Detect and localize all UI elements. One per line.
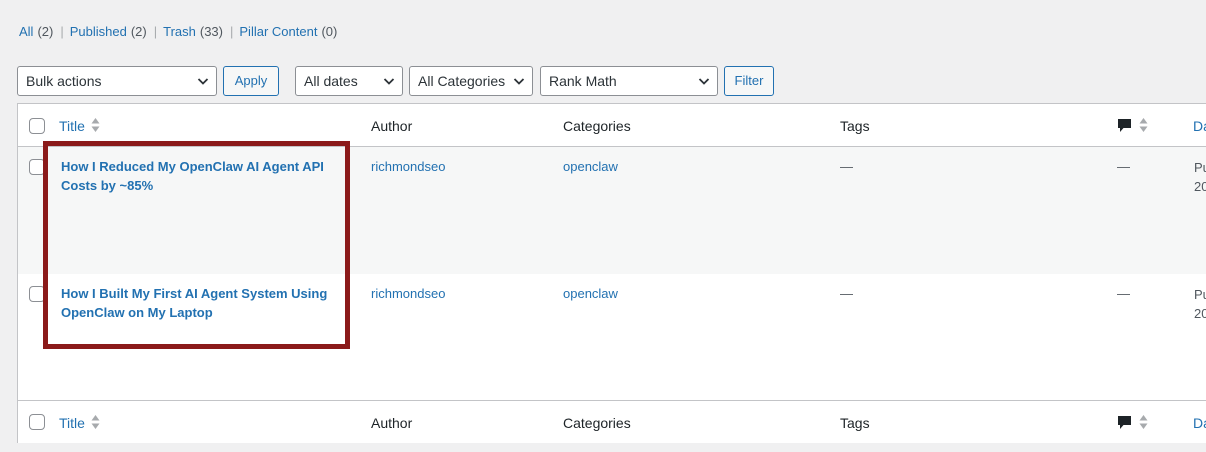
post-date-status: Pu xyxy=(1194,287,1206,302)
sort-arrows-icon[interactable] xyxy=(91,414,100,430)
select-all-checkbox-footer[interactable] xyxy=(29,414,45,430)
comment-bubble-icon xyxy=(1118,119,1131,132)
categories-filter-select[interactable]: All Categories xyxy=(409,66,533,96)
status-filter-links: All (2) | Published (2) | Trash (33) | P… xyxy=(19,23,337,41)
bulk-actions-select[interactable]: Bulk actions xyxy=(17,66,217,96)
comment-bubble-icon xyxy=(1118,416,1131,429)
filter-pillar-content[interactable]: Pillar Content (0) xyxy=(239,23,337,41)
filter-trash-count: (33) xyxy=(199,24,223,39)
seo-filter-label: Rank Math xyxy=(549,73,617,89)
post-comments: — xyxy=(1117,286,1130,301)
post-category-link[interactable]: openclaw xyxy=(563,285,618,302)
filter-all-count: (2) xyxy=(37,24,54,39)
filter-pillar-content-count: (0) xyxy=(321,24,338,39)
chevron-down-icon xyxy=(698,78,710,85)
bulk-actions-label: Bulk actions xyxy=(26,73,102,89)
filter-trash-link[interactable]: Trash xyxy=(163,23,196,41)
column-title-sort-link[interactable]: Title xyxy=(59,117,85,135)
filter-all[interactable]: All (2) xyxy=(19,23,53,41)
sort-arrows-icon[interactable] xyxy=(1139,414,1148,430)
filter-separator: | xyxy=(153,24,158,39)
footer-tags: Tags xyxy=(840,415,870,431)
filter-all-link[interactable]: All xyxy=(19,23,33,41)
select-all-checkbox[interactable] xyxy=(29,118,45,134)
sort-arrows-icon[interactable] xyxy=(91,117,100,133)
footer-author: Author xyxy=(371,415,413,431)
post-comments: — xyxy=(1117,159,1130,174)
post-tags: — xyxy=(840,286,853,301)
dates-filter-select[interactable]: All dates xyxy=(295,66,403,96)
column-author: Author xyxy=(371,118,413,134)
post-date-value: 20 xyxy=(1194,179,1206,194)
post-date: Pu 20 xyxy=(1194,158,1206,196)
post-date-status: Pu xyxy=(1194,160,1206,175)
filter-pillar-content-link[interactable]: Pillar Content xyxy=(239,23,317,41)
column-categories: Categories xyxy=(563,118,631,134)
footer-date-sort-link[interactable]: Da xyxy=(1193,414,1206,432)
footer-title-sort-link[interactable]: Title xyxy=(59,414,85,432)
filter-separator: | xyxy=(60,24,64,39)
filter-separator: | xyxy=(230,24,234,39)
filter-published-link[interactable]: Published xyxy=(70,23,127,41)
chevron-down-icon xyxy=(513,78,525,85)
table-footer: Title Author Categories Tags Da xyxy=(18,400,1206,443)
filter-button[interactable]: Filter xyxy=(724,66,774,96)
post-date: Pu 20 xyxy=(1194,285,1206,323)
chevron-down-icon xyxy=(197,78,209,85)
filter-published[interactable]: Published (2) xyxy=(70,23,147,41)
post-tags: — xyxy=(840,159,853,174)
column-date-sort-link[interactable]: Da xyxy=(1193,117,1206,135)
apply-button[interactable]: Apply xyxy=(223,66,279,96)
sort-arrows-icon[interactable] xyxy=(1139,117,1148,133)
categories-filter-label: All Categories xyxy=(418,73,506,89)
dates-filter-label: All dates xyxy=(304,73,358,89)
column-tags: Tags xyxy=(840,118,870,134)
post-author-link[interactable]: richmondseo xyxy=(371,285,445,302)
post-category-link[interactable]: openclaw xyxy=(563,158,618,175)
footer-categories: Categories xyxy=(563,415,631,431)
post-date-value: 20 xyxy=(1194,306,1206,321)
seo-filter-select[interactable]: Rank Math xyxy=(540,66,718,96)
filter-trash[interactable]: Trash (33) xyxy=(163,23,223,41)
filter-published-count: (2) xyxy=(130,24,147,39)
chevron-down-icon xyxy=(383,78,395,85)
highlight-annotation-box xyxy=(43,141,350,349)
post-author-link[interactable]: richmondseo xyxy=(371,158,445,175)
